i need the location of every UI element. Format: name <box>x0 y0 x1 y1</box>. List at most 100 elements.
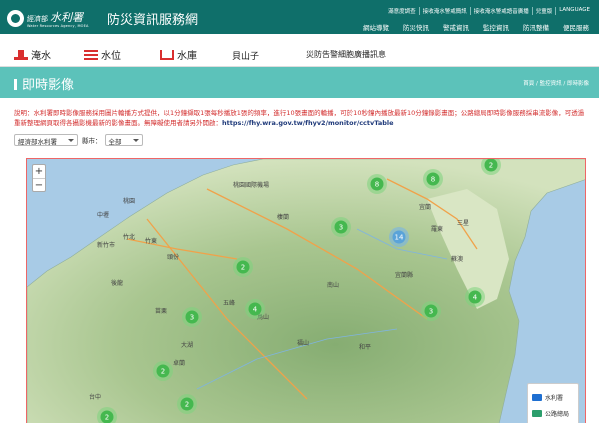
water-level-label: 水位 <box>101 51 121 62</box>
place-label: 頭份 <box>167 253 179 261</box>
zoom-in-button[interactable]: + <box>33 165 45 178</box>
flood-button[interactable]: 淹水 <box>14 47 51 62</box>
county-label: 縣市： <box>82 137 102 145</box>
camera-cluster[interactable]: 4 <box>245 299 265 319</box>
page-title-band: 即時影像 首頁 / 監控資訊 / 即時影像 <box>0 67 599 98</box>
place-label: 苗栗 <box>155 307 167 315</box>
cluster-count: 2 <box>241 264 245 272</box>
cluster-count: 14 <box>395 234 404 242</box>
place-label: 桃園 <box>123 197 135 205</box>
legend-item: 水利署 <box>532 389 574 405</box>
site-title: 防災資訊服務網 <box>107 13 199 28</box>
county-select[interactable]: 全部 <box>104 134 143 146</box>
place-label: 宜蘭縣 <box>395 271 413 279</box>
place-label: 台中 <box>89 393 101 401</box>
place-label: 宜蘭 <box>419 203 431 211</box>
filters: 經濟部水利署 縣市： 全部 <box>14 134 143 146</box>
zoom-out-button[interactable]: − <box>33 178 45 191</box>
camera-cluster[interactable]: 14 <box>389 227 409 247</box>
cluster-count: 2 <box>185 401 189 409</box>
top-links: 滿意度調查 接收淹水警戒簡訊 接收淹水警戒語音廣播 兒童版 LANGUAGE <box>385 7 593 15</box>
main-nav: 網站導覽 防災快訊 警戒資訊 監控資訊 防汛整備 便民服務 <box>349 22 589 32</box>
place-label: 和平 <box>359 343 371 351</box>
cluster-count: 2 <box>489 162 493 170</box>
place-label: 桃園國際機場 <box>233 181 269 189</box>
flood-icon <box>14 49 28 60</box>
logo-agency: 水利署 <box>50 11 83 24</box>
breadcrumb[interactable]: 首頁 / 監控資訊 / 即時影像 <box>523 79 589 87</box>
camera-cluster[interactable]: 3 <box>331 217 351 237</box>
nav-news[interactable]: 防災快訊 <box>403 22 429 32</box>
cluster-count: 2 <box>161 368 165 376</box>
place-label: 南山 <box>327 281 339 289</box>
camera-cluster[interactable]: 8 <box>423 169 443 189</box>
place-label: 棲蘭 <box>277 213 289 221</box>
cluster-count: 3 <box>190 314 194 322</box>
camera-icon <box>532 409 542 417</box>
cluster-count: 8 <box>431 176 435 184</box>
camera-cluster[interactable]: 2 <box>153 361 173 381</box>
place-label: 竹東 <box>145 237 157 245</box>
camera-icon <box>532 393 542 401</box>
flood-label: 淹水 <box>31 51 51 62</box>
nav-sitemap[interactable]: 網站導覽 <box>363 22 389 32</box>
legend-label: 水利署 <box>545 394 564 402</box>
place-label: 蘇澳 <box>451 255 463 263</box>
nav-preparedness[interactable]: 防汛整備 <box>523 22 549 32</box>
cluster-count: 4 <box>253 306 258 314</box>
cluster-count: 3 <box>339 224 343 232</box>
cctv-map[interactable]: 桃園中壢新竹市 竹北竹東頭份苗栗 後龍大湖卓蘭台中 桃園國際機場五峰 宜蘭羅東蘇澳宜蘭縣… <box>26 158 586 423</box>
place-label: 新竹市 <box>97 241 115 249</box>
place-label: 福山 <box>297 339 309 347</box>
camera-cluster[interactable]: 4 <box>465 287 485 307</box>
water-level-icon <box>84 49 98 60</box>
sub-toolbar: 淹水 水位 水庫 貝山子 災防告警細胞廣播訊息 <box>0 34 599 67</box>
language-link[interactable]: LANGUAGE <box>555 7 593 15</box>
place-label: 後龍 <box>111 279 123 287</box>
satisfaction-survey-link[interactable]: 滿意度調查 <box>385 7 419 15</box>
nav-alerts[interactable]: 警戒資訊 <box>443 22 469 32</box>
emblem-icon <box>7 9 24 27</box>
reservoir-icon <box>160 49 174 60</box>
camera-cluster[interactable]: 2 <box>177 394 197 414</box>
logo-ministry: 經濟部 <box>27 15 48 23</box>
place-label: 卓蘭 <box>173 359 185 367</box>
nav-monitoring[interactable]: 監控資訊 <box>483 22 509 32</box>
place-label: 大湖 <box>181 341 193 349</box>
cluster-count: 4 <box>473 294 478 302</box>
legend-label: 公路總局 <box>545 410 570 418</box>
legend-item: 公路總局 <box>532 405 574 421</box>
cctv-table-link[interactable]: https://fhy.wra.gov.tw/fhyv2/monitor/cct… <box>222 119 394 127</box>
place-label: 中壢 <box>97 211 109 219</box>
water-level-button[interactable]: 水位 <box>84 47 121 62</box>
kids-version-link[interactable]: 兒童版 <box>531 7 556 15</box>
camera-cluster[interactable]: 3 <box>421 301 441 321</box>
cluster-count: 8 <box>375 181 379 189</box>
map-canvas[interactable]: 桃園中壢新竹市竹北竹東頭份苗栗 後龍大湖卓蘭台中 桃園國際機場五峰 宜蘭羅東蘇澳宜蘭縣… <box>27 159 586 423</box>
camera-cluster[interactable]: 2 <box>233 257 253 277</box>
cell-broadcast-link[interactable]: 災防告警細胞廣播訊息 <box>306 49 386 60</box>
notice: 說明：水利署即時影像服務採用圖片輪播方式提供，以1分鐘擷取1張每秒播放1張的頻率… <box>14 108 586 128</box>
source-select[interactable]: 經濟部水利署 <box>14 134 78 146</box>
camera-cluster[interactable]: 8 <box>367 174 387 194</box>
place-label: 三星 <box>457 220 469 227</box>
place-label: 羅東 <box>431 225 443 233</box>
nav-services[interactable]: 便民服務 <box>563 22 589 32</box>
cluster-count: 2 <box>105 414 109 422</box>
zoom-control: + − <box>32 164 46 192</box>
sms-alert-link[interactable]: 接收淹水警戒簡訊 <box>418 7 470 15</box>
map-legend: 水利署 公路總局 <box>527 383 579 423</box>
site-header: 經濟部 水利署 Water Resources Agency, MOEA 防災資訊… <box>0 0 599 34</box>
logo[interactable]: 經濟部 水利署 Water Resources Agency, MOEA <box>7 8 89 29</box>
land-mass <box>27 159 585 423</box>
place-label: 五峰 <box>223 299 235 307</box>
camera-cluster[interactable]: 3 <box>182 307 202 327</box>
place-label: 竹北 <box>123 233 135 241</box>
reservoir-label: 水庫 <box>177 51 197 62</box>
cluster-count: 3 <box>429 308 433 316</box>
reservoir-button[interactable]: 水庫 <box>160 47 197 62</box>
page-title: 即時影像 <box>14 74 74 93</box>
voice-alert-link[interactable]: 接收淹水警戒語音廣播 <box>469 7 532 15</box>
location-name[interactable]: 貝山子 <box>232 49 259 62</box>
logo-agency-en: Water Resources Agency, MOEA <box>27 24 89 28</box>
